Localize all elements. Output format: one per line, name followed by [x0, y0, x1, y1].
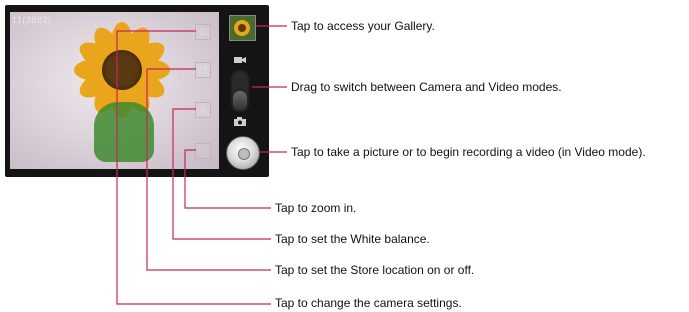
- settings-callout-line: [116, 30, 271, 305]
- settings-callout-label: Tap to change the camera settings.: [275, 296, 462, 310]
- zoom-callout-label: Tap to zoom in.: [275, 201, 357, 215]
- zoom-callout-line: [184, 149, 271, 209]
- mode-switch-callout-label: Drag to switch between Camera and Video …: [291, 80, 562, 94]
- shutter-callout-label: Tap to take a picture or to begin record…: [291, 145, 646, 159]
- white-balance-callout-label: Tap to set the White balance.: [275, 232, 430, 246]
- gallery-callout-label: Tap to access your Gallery.: [291, 19, 435, 33]
- white-balance-callout-line: [172, 108, 271, 240]
- store-location-callout-label: Tap to set the Store location on or off.: [275, 263, 475, 277]
- store-location-callout-line: [146, 68, 271, 271]
